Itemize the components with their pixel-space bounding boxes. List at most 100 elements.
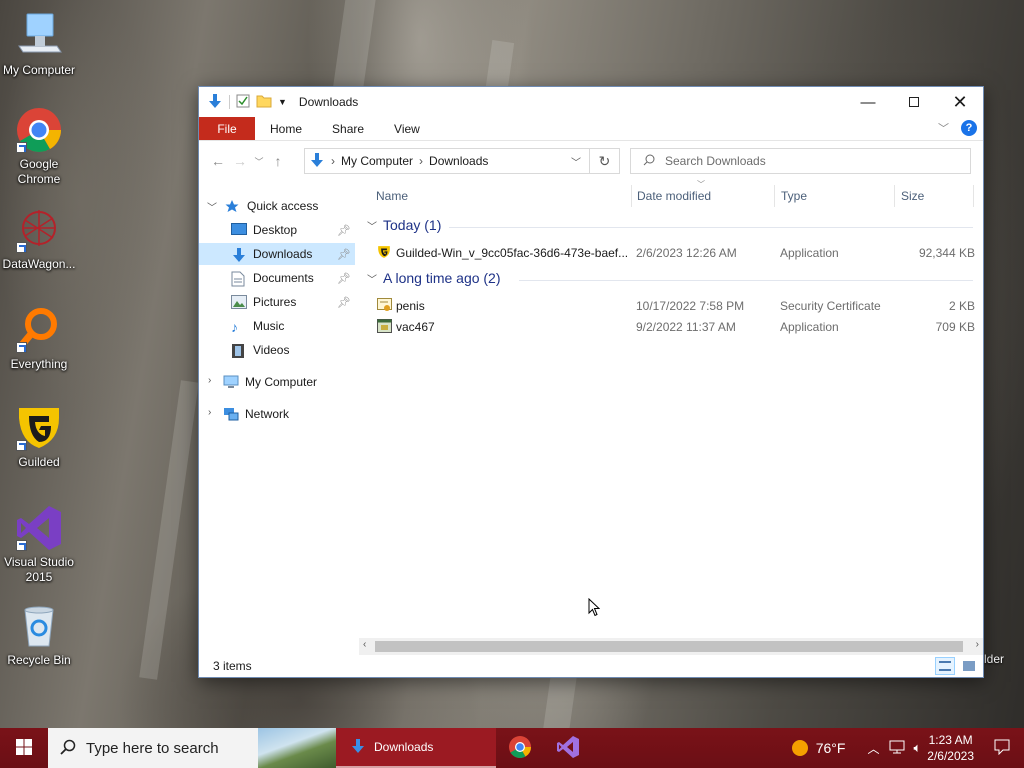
pin-icon[interactable]: 📌︎: [337, 272, 351, 285]
nav-item-downloads[interactable]: Downloads 📌︎: [199, 243, 355, 265]
column-divider[interactable]: [631, 185, 632, 207]
refresh-button[interactable]: ↻: [589, 148, 619, 174]
weather-temperature[interactable]: 76°F: [816, 740, 846, 756]
column-divider[interactable]: [774, 185, 775, 207]
column-divider[interactable]: [894, 185, 895, 207]
horizontal-scrollbar[interactable]: ‹ ›: [359, 638, 983, 655]
tab-view[interactable]: View: [379, 117, 435, 140]
breadcrumb-downloads[interactable]: Downloads: [429, 154, 488, 168]
scroll-right-arrow-icon[interactable]: ›: [976, 639, 979, 650]
download-arrow-icon: [207, 93, 223, 112]
column-divider[interactable]: [973, 185, 974, 207]
nav-item-pictures[interactable]: Pictures 📌︎: [199, 291, 355, 313]
desktop-icon-my-computer[interactable]: My Computer: [0, 12, 78, 78]
nav-item-desktop[interactable]: Desktop 📌︎: [199, 219, 355, 241]
breadcrumb-my-computer[interactable]: My Computer: [341, 154, 413, 168]
desktop-icon-datawagon[interactable]: DataWagon...: [0, 206, 78, 272]
close-button[interactable]: ✕: [937, 87, 983, 117]
taskbar-app-visual-studio[interactable]: [544, 728, 592, 768]
file-name: Guilded-Win_v_9cc05fac-36d6-473e-baef...: [396, 246, 629, 260]
scrollbar-thumb[interactable]: [375, 641, 963, 652]
clock[interactable]: 1:23 AM 2/6/2023: [927, 732, 974, 764]
expand-chevron-icon[interactable]: ›: [208, 407, 211, 418]
desktop-icon-recycle-bin[interactable]: Recycle Bin: [0, 602, 78, 668]
search-box[interactable]: [630, 148, 971, 174]
tab-share[interactable]: Share: [317, 117, 379, 140]
notifications-icon[interactable]: [994, 739, 1010, 758]
back-arrow-icon[interactable]: ←: [207, 153, 229, 169]
desktop-icon-google-chrome[interactable]: Google Chrome: [0, 106, 78, 187]
file-row[interactable]: penis 10/17/2022 7:58 PM Security Certif…: [375, 296, 975, 316]
visual-studio-icon: [15, 504, 63, 552]
column-header-date-modified[interactable]: Date modified: [637, 181, 711, 211]
file-type: Application: [780, 246, 839, 260]
nav-my-computer[interactable]: My Computer: [223, 371, 355, 393]
everything-search-icon: [15, 306, 63, 354]
file-row[interactable]: vac467 9/2/2022 11:37 AM Application 709…: [375, 317, 975, 337]
column-header-type[interactable]: Type: [781, 181, 807, 211]
customize-dropdown-icon[interactable]: ▼: [278, 97, 287, 107]
pin-icon[interactable]: 📌︎: [337, 296, 351, 309]
start-button[interactable]: [0, 728, 48, 768]
help-icon[interactable]: ?: [961, 120, 977, 136]
computer-icon: [15, 12, 63, 60]
desktop-icon-guilded[interactable]: Guilded: [0, 404, 78, 470]
nav-item-music[interactable]: ♪ Music: [199, 315, 355, 337]
file-explorer-window[interactable]: ▼ Downloads — ✕ File Home Share View ﹀ ?…: [198, 86, 984, 678]
desktop-icon-everything[interactable]: Everything: [0, 306, 78, 372]
show-hidden-icons-chevron-icon[interactable]: ︿: [867, 740, 879, 757]
download-arrow-icon: [231, 247, 247, 262]
taskbar-app-label: Downloads: [374, 740, 434, 754]
taskbar-app-chrome[interactable]: [496, 728, 544, 768]
address-bar[interactable]: › My Computer › Downloads ﹀: [304, 148, 620, 174]
taskbar: Type here to search Downloads 76°F ︿ 🔈︎ …: [0, 728, 1024, 768]
nav-quick-access[interactable]: Quick access: [225, 195, 355, 217]
expand-ribbon-chevron-icon[interactable]: ﹀: [938, 120, 949, 136]
mouse-cursor-icon: [588, 597, 601, 620]
file-row[interactable]: Guilded-Win_v_9cc05fac-36d6-473e-baef...…: [375, 243, 975, 263]
scroll-left-arrow-icon[interactable]: ‹: [363, 639, 366, 650]
maximize-button[interactable]: [891, 87, 937, 117]
file-size: 2 KB: [948, 299, 975, 313]
weather-sun-icon[interactable]: [791, 740, 808, 756]
maximize-icon: [909, 97, 919, 107]
tab-home[interactable]: Home: [255, 117, 317, 140]
address-dropdown-icon[interactable]: ﹀: [571, 154, 581, 169]
desktop-folder-icon: [231, 223, 247, 237]
forward-arrow-icon[interactable]: →: [229, 153, 251, 169]
new-folder-icon[interactable]: [256, 94, 272, 111]
file-list[interactable]: Name ﹀ Date modified Type Size ﹀ Today (…: [359, 180, 983, 655]
group-label: Today (1): [383, 217, 442, 233]
details-view-icon: [939, 661, 951, 671]
desktop-icon-visual-studio[interactable]: Visual Studio 2015: [0, 504, 78, 585]
group-header-long-time-ago[interactable]: ﹀ A long time ago (2): [367, 270, 501, 286]
volume-icon[interactable]: 🔈︎: [913, 740, 921, 756]
column-header-size[interactable]: Size: [901, 181, 924, 211]
expand-chevron-icon[interactable]: ›: [208, 375, 211, 386]
up-arrow-icon[interactable]: ↑: [267, 153, 289, 169]
search-input[interactable]: [665, 154, 945, 168]
file-size: 709 KB: [935, 320, 975, 334]
recent-locations-chevron-icon[interactable]: ﹀: [251, 155, 267, 168]
details-view-button[interactable]: [935, 657, 955, 675]
properties-icon[interactable]: [236, 94, 250, 111]
minimize-button[interactable]: —: [845, 87, 891, 117]
nav-item-videos[interactable]: Videos: [199, 339, 355, 361]
tab-file[interactable]: File: [199, 117, 255, 140]
column-header-name[interactable]: Name: [376, 181, 408, 211]
pin-icon[interactable]: 📌︎: [337, 224, 351, 237]
large-icons-view-button[interactable]: [959, 657, 979, 675]
close-icon: ✕: [952, 91, 968, 112]
group-header-today[interactable]: ﹀ Today (1): [367, 217, 441, 233]
network-icon[interactable]: [889, 740, 905, 757]
taskbar-search-box[interactable]: Type here to search: [48, 728, 336, 768]
nav-label: Videos: [253, 343, 290, 357]
pin-icon[interactable]: 📌︎: [337, 248, 351, 261]
taskbar-app-downloads[interactable]: Downloads: [336, 728, 496, 768]
navigation-pane[interactable]: ﹀ Quick access Desktop 📌︎ Downloads 📌︎ D…: [199, 181, 359, 655]
nav-network[interactable]: Network: [223, 403, 355, 425]
collapse-chevron-icon[interactable]: ﹀: [207, 199, 217, 214]
collapse-chevron-icon: ﹀: [367, 274, 377, 286]
nav-item-documents[interactable]: Documents 📌︎: [199, 267, 355, 289]
title-bar[interactable]: ▼ Downloads — ✕: [199, 87, 983, 117]
